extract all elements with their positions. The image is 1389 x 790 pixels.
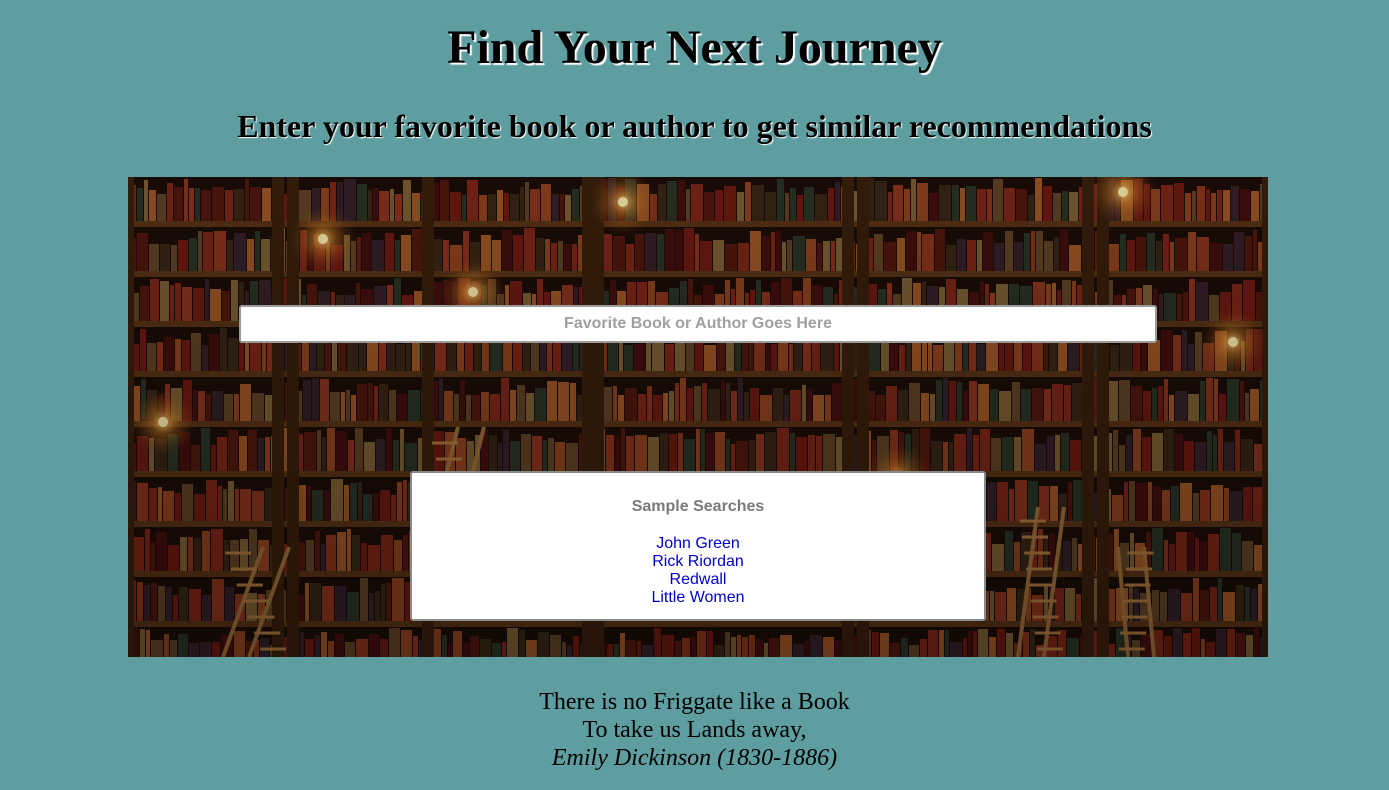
quote-block: There is no Friggate like a Book To take… <box>0 688 1389 772</box>
sample-link-rick-riordan[interactable]: Rick Riordan <box>652 553 744 570</box>
sample-searches-box: Sample Searches John Green Rick Riordan … <box>410 471 986 621</box>
sample-link-redwall[interactable]: Redwall <box>670 571 727 588</box>
sample-searches-heading: Sample Searches <box>631 498 765 515</box>
list-item: Little Women <box>412 589 984 607</box>
list-item: Redwall <box>412 571 984 589</box>
page-title: Find Your Next Journey <box>447 21 942 74</box>
quote-line-1: There is no Friggate like a Book <box>539 689 850 715</box>
sample-link-john-green[interactable]: John Green <box>656 535 740 552</box>
quote-line-2: To take us Lands away, <box>582 717 807 743</box>
sample-link-little-women[interactable]: Little Women <box>651 589 744 606</box>
page-subtitle: Enter your favorite book or author to ge… <box>237 108 1152 144</box>
quote-author: Emily Dickinson (1830-1886) <box>551 745 838 771</box>
sample-searches-list: John Green Rick Riordan Redwall Little W… <box>412 535 984 607</box>
list-item: Rick Riordan <box>412 553 984 571</box>
search-input[interactable] <box>239 305 1157 343</box>
list-item: John Green <box>412 535 984 553</box>
